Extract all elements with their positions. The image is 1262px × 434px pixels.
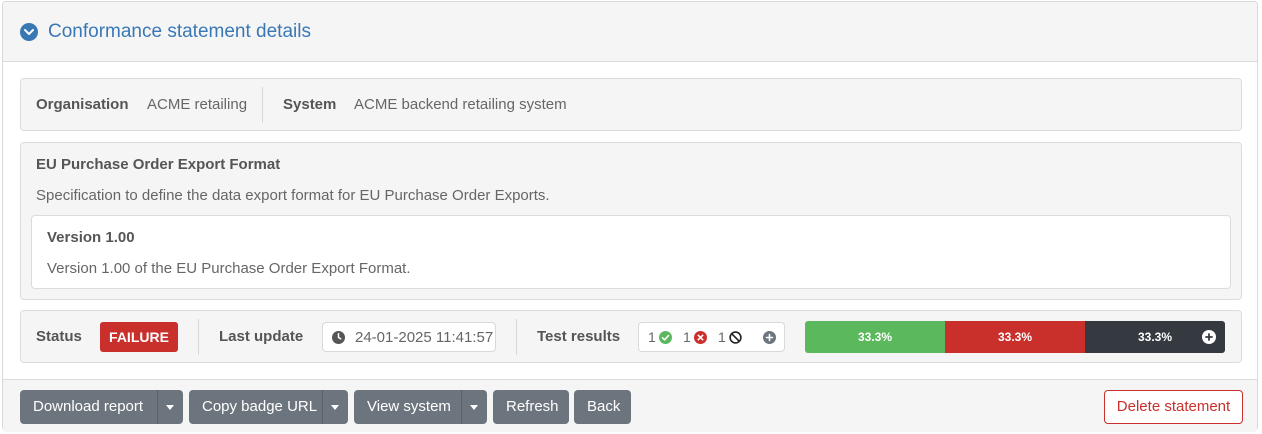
refresh-label: Refresh (506, 398, 559, 415)
result-bar-segment: 33.3% (805, 321, 945, 353)
divider (322, 390, 323, 424)
plus-circle-icon[interactable] (763, 331, 776, 344)
system-value: ACME backend retailing system (354, 96, 567, 113)
back-label: Back (587, 398, 621, 415)
download-report-button[interactable]: Download report (20, 390, 183, 424)
version-description: Version 1.00 of the EU Purchase Order Ex… (47, 260, 411, 277)
organisation-label: Organisation (36, 96, 129, 113)
specification-description: Specification to define the data export … (36, 187, 550, 204)
status-badge: FAILURE (100, 322, 178, 352)
caret-down-icon[interactable] (166, 405, 174, 410)
ban-icon (729, 331, 742, 344)
clock-icon (332, 331, 345, 349)
view-system-button[interactable]: View system (354, 390, 487, 424)
status-label: Status (36, 328, 82, 345)
back-button[interactable]: Back (574, 390, 631, 424)
test-results-label: Test results (537, 328, 621, 345)
failed-count: 1 (683, 329, 691, 345)
plus-circle-icon[interactable] (1202, 330, 1216, 344)
test-results-bar: 33.3% 33.3% 33.3% (805, 321, 1225, 353)
test-result-counts: 1 1 1 (638, 322, 785, 352)
action-bar: Download report Copy badge URL View syst… (3, 379, 1257, 432)
view-system-label: View system (367, 398, 451, 415)
specification-title: EU Purchase Order Export Format (36, 156, 281, 173)
organisation-value: ACME retailing (147, 96, 248, 113)
result-bar-segment: 33.3% (945, 321, 1085, 353)
system-label: System (283, 96, 337, 113)
conformance-statement-panel: Conformance statement details Organisati… (2, 1, 1258, 432)
panel-header[interactable]: Conformance statement details (3, 2, 1257, 62)
specification-info: EU Purchase Order Export Format Specific… (20, 142, 1242, 300)
version-card: Version 1.00 Version 1.00 of the EU Purc… (31, 215, 1231, 289)
divider (516, 319, 517, 355)
times-circle-icon (694, 331, 707, 344)
check-circle-icon (659, 331, 672, 344)
copy-badge-url-label: Copy badge URL (202, 398, 318, 415)
refresh-button[interactable]: Refresh (493, 390, 569, 424)
download-report-label: Download report (33, 398, 144, 415)
divider (461, 390, 462, 424)
panel-title: Conformance statement details (48, 21, 311, 42)
last-update-label: Last update (219, 328, 304, 345)
version-title: Version 1.00 (47, 229, 135, 246)
last-update-timestamp: 24-01-2025 11:41:57 (322, 322, 496, 352)
divider (198, 319, 199, 355)
party-info: Organisation ACME retailing System ACME … (20, 78, 1242, 131)
status-info: Status FAILURE Last update 24-01-2025 11… (20, 310, 1242, 363)
delete-statement-button[interactable]: Delete statement (1104, 390, 1243, 424)
undefined-count: 1 (718, 329, 726, 345)
caret-down-icon[interactable] (331, 405, 339, 410)
caret-down-icon[interactable] (470, 405, 478, 410)
passed-count: 1 (648, 329, 656, 345)
divider (262, 87, 263, 123)
chevron-down-icon[interactable] (20, 23, 38, 41)
copy-badge-url-button[interactable]: Copy badge URL (189, 390, 348, 424)
last-update-value: 24-01-2025 11:41:57 (355, 329, 494, 346)
divider (157, 390, 158, 424)
